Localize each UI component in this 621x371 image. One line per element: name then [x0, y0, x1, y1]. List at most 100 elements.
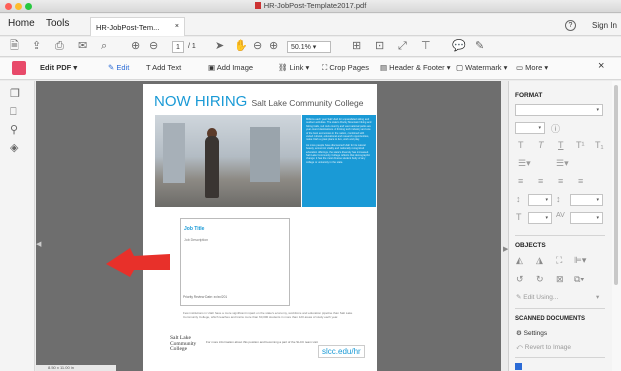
close-edit-icon[interactable]: ×: [598, 60, 604, 72]
justify-icon[interactable]: ≡: [578, 176, 583, 186]
info-text-box[interactable]: Millions each year Salt Utah for unparal…: [302, 115, 376, 207]
bullet-list-icon[interactable]: ☰▾: [518, 158, 531, 169]
search-icon[interactable]: ⌕: [101, 40, 107, 53]
character-spacing-select[interactable]: ▾: [570, 212, 603, 224]
edit-using-label: Edit Using...: [523, 294, 559, 301]
page-thumbnails-icon[interactable]: ❐: [10, 87, 20, 100]
edit-pdf-menu[interactable]: Edit PDF ▾: [40, 63, 77, 72]
help-icon[interactable]: ?: [565, 20, 576, 31]
text-color-select[interactable]: ▾: [528, 212, 552, 224]
campus-photo[interactable]: [155, 115, 301, 207]
zoom-out-icon[interactable]: ⊖: [253, 40, 262, 53]
text-color-icon[interactable]: T: [516, 212, 522, 222]
watermark-button[interactable]: ▢ Watermark ▾: [456, 63, 507, 72]
page-headline[interactable]: NOW HIRING Salt Lake Community College: [154, 93, 363, 110]
attachment-icon[interactable]: ⚲: [10, 123, 18, 136]
scanned-documents-heading: SCANNED DOCUMENTS: [515, 316, 586, 322]
align-objects-icon[interactable]: ⊫▾: [574, 255, 586, 266]
line-spacing-select[interactable]: ▾: [528, 194, 552, 206]
hand-tool-icon[interactable]: ✋: [234, 40, 248, 53]
revert-to-image-button[interactable]: ⤺ Revert to Image: [516, 344, 571, 352]
divider: [515, 308, 605, 309]
underline-icon[interactable]: T: [558, 140, 564, 150]
rotate-left-icon[interactable]: ↺: [516, 274, 524, 285]
fit-width-icon[interactable]: ⊞: [352, 40, 361, 53]
numbered-list-icon[interactable]: ☰▾: [556, 158, 569, 169]
add-image-button[interactable]: ▣ Add Image: [208, 63, 253, 72]
building-shape: [163, 123, 185, 183]
priority-review-date[interactable]: Priority Review Date: xx/xx/201: [183, 295, 227, 299]
layers-icon[interactable]: ◈: [10, 141, 18, 154]
text-style-t1-icon[interactable]: T: [518, 140, 524, 150]
crop-label: Crop Pages: [329, 63, 369, 72]
page-number-input[interactable]: 1: [172, 41, 184, 53]
pen-icon[interactable]: ✎: [475, 40, 484, 53]
more-button[interactable]: ▭ More ▾: [516, 63, 548, 72]
footer-paragraph[interactable]: Few institutions in Utah have a more sig…: [183, 311, 353, 319]
bookmark-icon[interactable]: ⎕: [10, 106, 17, 119]
align-center-icon[interactable]: ≡: [538, 176, 543, 186]
crop-object-icon[interactable]: ⛶: [556, 255, 562, 266]
edit-label: Edit: [116, 63, 130, 72]
close-tab-button[interactable]: ×: [175, 23, 179, 30]
subscript-icon[interactable]: T₁: [595, 140, 604, 150]
zoom-select[interactable]: 50.1% ▾: [287, 41, 331, 53]
rotate-right-icon[interactable]: ↻: [536, 274, 544, 285]
edit-button[interactable]: ✎ Edit: [108, 63, 129, 72]
edit-using-chevron-icon[interactable]: ▾: [596, 293, 599, 301]
settings-button[interactable]: ⚙ Settings: [516, 329, 547, 337]
collapse-left-icon[interactable]: ◀: [36, 240, 41, 258]
align-left-icon[interactable]: ≡: [518, 176, 523, 186]
scrollbar-thumb[interactable]: [614, 85, 618, 285]
slcc-url[interactable]: slcc.edu/hr: [318, 345, 365, 358]
select-cursor-icon[interactable]: ➤: [215, 40, 224, 53]
align-right-icon[interactable]: ≡: [558, 176, 563, 186]
zoom-in-icon[interactable]: ⊕: [269, 40, 278, 53]
document-tab-label: HR-JobPost-Tem...: [96, 23, 160, 32]
info-icon[interactable]: ⓘ: [551, 122, 560, 135]
flip-vertical-icon[interactable]: ◭: [516, 255, 523, 266]
line-spacing-icon[interactable]: ↕: [516, 194, 521, 204]
header-footer-button[interactable]: ▤ Header & Footer ▾: [380, 63, 450, 72]
edit-pdf-title: Edit PDF: [40, 63, 72, 72]
fit-page-icon[interactable]: ⊡: [375, 40, 384, 53]
font-family-select[interactable]: ▾: [515, 104, 603, 116]
superscript-icon[interactable]: T¹: [576, 140, 585, 150]
red-arrow-annotation: [106, 248, 170, 277]
save-icon[interactable]: 🗎: [10, 40, 19, 53]
paragraph-spacing-icon[interactable]: ↕: [556, 194, 561, 204]
person-figure: [205, 136, 219, 198]
print-icon[interactable]: ⎙: [55, 40, 64, 53]
replace-image-icon[interactable]: ⊠: [556, 274, 564, 285]
character-spacing-icon[interactable]: AV: [556, 212, 565, 219]
flip-horizontal-icon[interactable]: ◮: [536, 255, 543, 266]
settings-label: Settings: [523, 330, 548, 337]
tools-tab[interactable]: Tools: [46, 18, 69, 29]
divider: [515, 357, 605, 358]
page-down-icon[interactable]: ⊖: [149, 40, 158, 53]
link-button[interactable]: ⛓ Link ▾: [278, 63, 309, 72]
sign-in-link[interactable]: Sign In: [592, 21, 617, 30]
page-size-status: 8.50 x 11.00 in: [36, 365, 116, 371]
job-description[interactable]: Job Description: [184, 238, 208, 242]
email-icon[interactable]: ✉: [78, 40, 87, 53]
edit-using-menu[interactable]: ✎ Edit Using...: [516, 293, 558, 301]
fullscreen-icon[interactable]: ⤢: [398, 40, 407, 53]
home-tab[interactable]: Home: [8, 18, 35, 29]
pdf-file-icon: [254, 2, 261, 9]
edit-pdf-tool-icon[interactable]: [12, 61, 26, 75]
crop-pages-button[interactable]: ⛶ Crop Pages: [322, 63, 369, 73]
comment-icon[interactable]: 💬: [452, 40, 466, 53]
revert-label: Revert to Image: [524, 344, 572, 351]
document-tab[interactable]: HR-JobPost-Tem... ×: [90, 17, 185, 36]
font-size-select[interactable]: ▾: [515, 122, 545, 134]
upload-icon[interactable]: ⇪: [32, 40, 41, 53]
page-up-icon[interactable]: ⊕: [131, 40, 140, 53]
checkbox[interactable]: [515, 363, 522, 370]
read-mode-icon[interactable]: ⊤: [421, 40, 431, 53]
italic-icon[interactable]: T: [538, 140, 544, 150]
paragraph-spacing-select[interactable]: ▾: [570, 194, 603, 206]
job-title[interactable]: Job Title: [184, 226, 204, 232]
add-text-button[interactable]: T Add Text: [146, 63, 181, 72]
arrange-icon[interactable]: ⧉▾: [574, 274, 584, 285]
